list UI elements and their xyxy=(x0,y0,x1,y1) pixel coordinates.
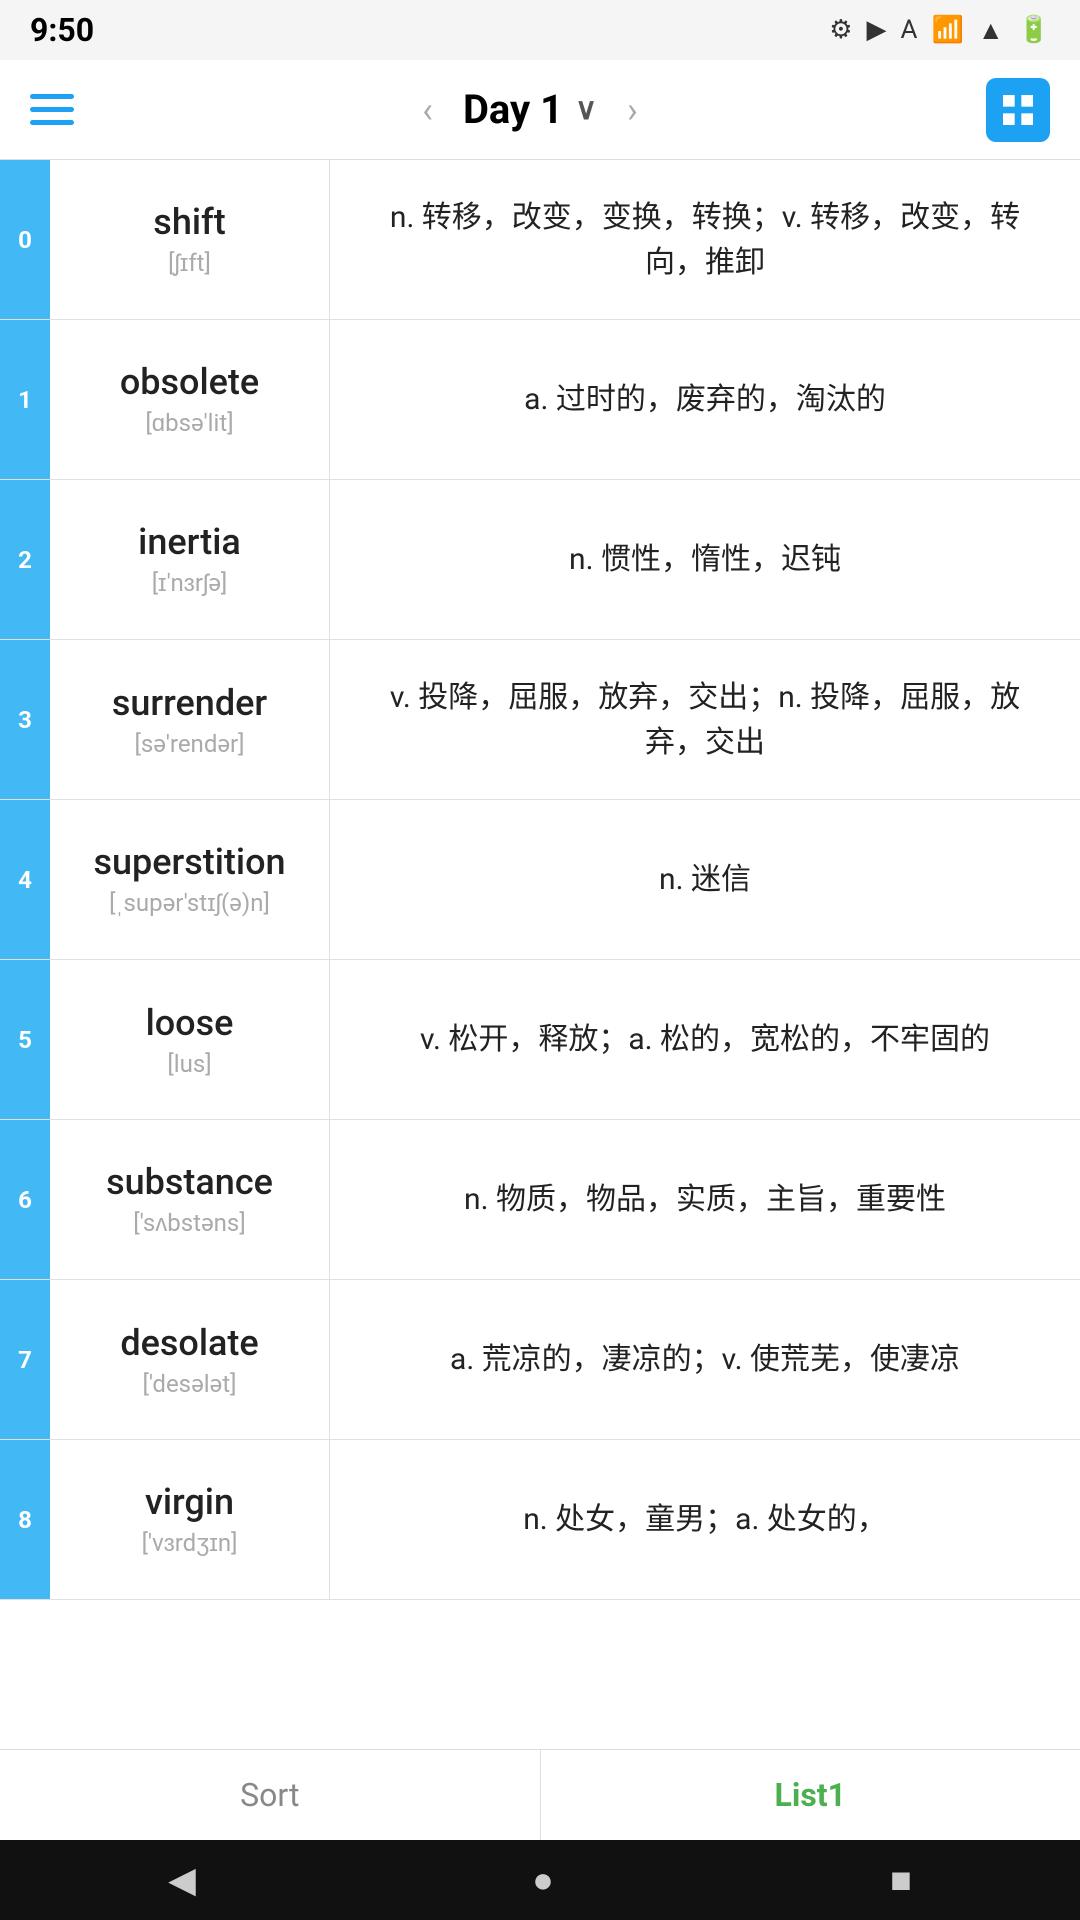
word-phonetic: [ˌsupər'stɪʃ(ə)n] xyxy=(109,889,270,918)
top-nav: ‹ Day 1 ∨ › xyxy=(0,60,1080,160)
row-definition: a. 荒凉的，凄凉的；v. 使荒芜，使凄凉 xyxy=(330,1280,1080,1439)
word-phonetic: [sə'rendər] xyxy=(134,730,244,758)
nav-arrows: ‹ Day 1 ∨ › xyxy=(422,86,638,133)
table-row[interactable]: 2 inertia [ɪ'nɜrʃə] n. 惯性，惰性，迟钝 xyxy=(0,480,1080,640)
font-icon: A xyxy=(901,15,918,45)
recent-button[interactable]: ■ xyxy=(890,1859,912,1901)
table-row[interactable]: 4 superstition [ˌsupər'stɪʃ(ə)n] n. 迷信 xyxy=(0,800,1080,960)
row-word: inertia [ɪ'nɜrʃə] xyxy=(50,480,330,639)
word-text: inertia xyxy=(138,521,241,563)
word-text: loose xyxy=(146,1002,234,1044)
row-index: 4 xyxy=(0,800,50,959)
table-row[interactable]: 8 virgin ['vɜrdʒɪn] n. 处女，童男；a. 处女的， xyxy=(0,1440,1080,1600)
battery-icon: 🔋 xyxy=(1018,15,1050,45)
bottom-tabs: Sort List1 xyxy=(0,1749,1080,1840)
tab-list1[interactable]: List1 xyxy=(541,1750,1080,1840)
row-word: surrender [sə'rendər] xyxy=(50,640,330,799)
word-text: surrender xyxy=(112,682,267,724)
table-row[interactable]: 0 shift [ʃɪft] n. 转移，改变，变换，转换；v. 转移，改变，转… xyxy=(0,160,1080,320)
table-row[interactable]: 6 substance ['sʌbstəns] n. 物质，物品，实质，主旨，重… xyxy=(0,1120,1080,1280)
word-text: virgin xyxy=(145,1481,234,1523)
word-phonetic: ['desələt] xyxy=(143,1370,237,1398)
row-word: superstition [ˌsupər'stɪʃ(ə)n] xyxy=(50,800,330,959)
table-row[interactable]: 1 obsolete [ɑbsə'lit] a. 过时的，废弃的，淘汰的 xyxy=(0,320,1080,480)
play-icon: ▶ xyxy=(867,15,887,45)
word-text: desolate xyxy=(120,1322,258,1364)
word-phonetic: [ɪ'nɜrʃə] xyxy=(152,569,228,598)
settings-icon: ⚙ xyxy=(829,15,852,45)
status-bar: 9:50 ⚙ ▶ A 📶 ▲ 🔋 xyxy=(0,0,1080,60)
row-word: shift [ʃɪft] xyxy=(50,160,330,319)
tab-sort[interactable]: Sort xyxy=(0,1750,541,1840)
next-button[interactable]: › xyxy=(627,89,638,131)
chevron-down-icon: ∨ xyxy=(575,92,597,127)
row-definition: v. 松开，释放；a. 松的，宽松的，不牢固的 xyxy=(330,960,1080,1119)
prev-button[interactable]: ‹ xyxy=(422,89,433,131)
word-list: 0 shift [ʃɪft] n. 转移，改变，变换，转换；v. 转移，改变，转… xyxy=(0,160,1080,1600)
home-button[interactable]: ● xyxy=(532,1859,554,1901)
row-definition: n. 转移，改变，变换，转换；v. 转移，改变，转向，推卸 xyxy=(330,160,1080,319)
row-definition: n. 惯性，惰性，迟钝 xyxy=(330,480,1080,639)
row-word: virgin ['vɜrdʒɪn] xyxy=(50,1440,330,1599)
table-row[interactable]: 7 desolate ['desələt] a. 荒凉的，凄凉的；v. 使荒芜，… xyxy=(0,1280,1080,1440)
row-index: 2 xyxy=(0,480,50,639)
day-title[interactable]: Day 1 ∨ xyxy=(463,86,597,133)
row-index: 5 xyxy=(0,960,50,1119)
row-index: 3 xyxy=(0,640,50,799)
back-button[interactable]: ◀ xyxy=(168,1859,196,1901)
word-text: substance xyxy=(106,1161,273,1203)
word-phonetic: [ʃɪft] xyxy=(168,249,211,278)
row-index: 1 xyxy=(0,320,50,479)
grid-icon xyxy=(998,90,1038,130)
wifi-icon: 📶 xyxy=(932,15,964,45)
row-word: obsolete [ɑbsə'lit] xyxy=(50,320,330,479)
row-definition: n. 处女，童男；a. 处女的， xyxy=(330,1440,1080,1599)
row-definition: a. 过时的，废弃的，淘汰的 xyxy=(330,320,1080,479)
grid-view-button[interactable] xyxy=(986,78,1050,142)
row-index: 8 xyxy=(0,1440,50,1599)
word-phonetic: ['vɜrdʒɪn] xyxy=(142,1529,238,1558)
row-definition: v. 投降，屈服，放弃，交出；n. 投降，屈服，放弃，交出 xyxy=(330,640,1080,799)
word-text: superstition xyxy=(93,841,285,883)
word-text: obsolete xyxy=(120,361,259,403)
row-index: 0 xyxy=(0,160,50,319)
row-definition: n. 迷信 xyxy=(330,800,1080,959)
word-phonetic: ['sʌbstəns] xyxy=(133,1209,245,1238)
status-time: 9:50 xyxy=(30,11,94,49)
word-phonetic: [ɑbsə'lit] xyxy=(145,409,233,438)
row-index: 7 xyxy=(0,1280,50,1439)
row-index: 6 xyxy=(0,1120,50,1279)
menu-button[interactable] xyxy=(30,94,74,125)
row-word: desolate ['desələt] xyxy=(50,1280,330,1439)
word-text: shift xyxy=(153,201,225,243)
table-row[interactable]: 5 loose [lus] v. 松开，释放；a. 松的，宽松的，不牢固的 xyxy=(0,960,1080,1120)
system-nav-bar: ◀ ● ■ xyxy=(0,1840,1080,1920)
status-icons: ⚙ ▶ A 📶 ▲ 🔋 xyxy=(829,15,1050,46)
row-definition: n. 物质，物品，实质，主旨，重要性 xyxy=(330,1120,1080,1279)
word-phonetic: [lus] xyxy=(167,1050,211,1078)
table-row[interactable]: 3 surrender [sə'rendər] v. 投降，屈服，放弃，交出；n… xyxy=(0,640,1080,800)
signal-icon: ▲ xyxy=(978,15,1004,46)
row-word: substance ['sʌbstəns] xyxy=(50,1120,330,1279)
row-word: loose [lus] xyxy=(50,960,330,1119)
